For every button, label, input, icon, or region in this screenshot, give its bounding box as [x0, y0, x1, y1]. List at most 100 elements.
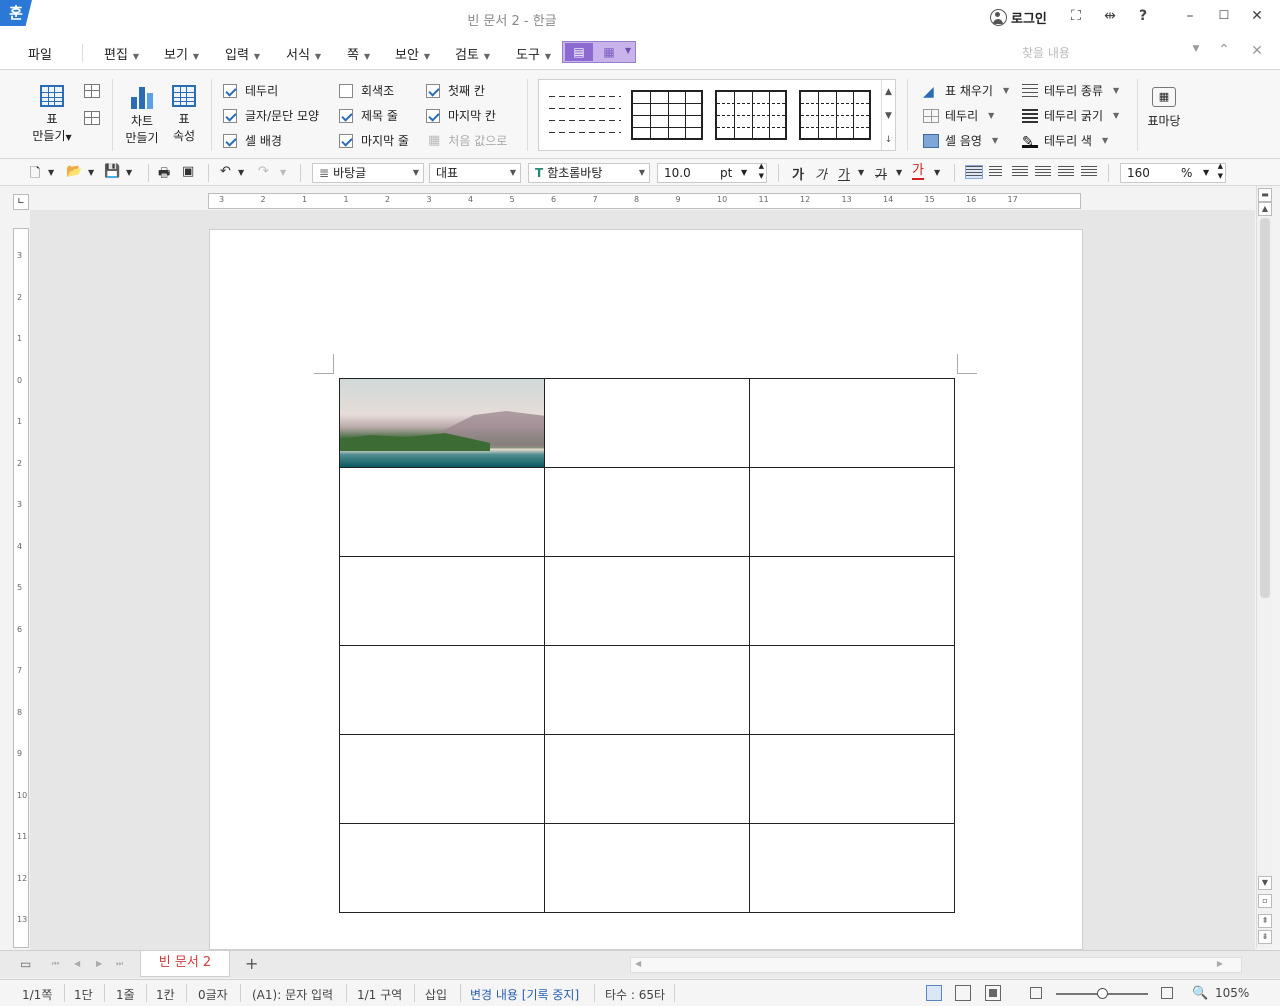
gallery-up-icon[interactable]: ▲ — [881, 80, 895, 104]
checkbox-title-row[interactable]: 제목 줄 — [339, 107, 398, 124]
tab-stop-button[interactable]: ∟ — [13, 194, 29, 210]
chevron-down-icon[interactable]: ▼ — [238, 168, 244, 177]
table-cell[interactable] — [339, 556, 545, 646]
login-button[interactable]: 로그인 — [990, 8, 1047, 27]
width-view-icon[interactable] — [955, 985, 971, 1001]
table-cell[interactable] — [749, 645, 955, 735]
stepper-icon[interactable]: ▲ ▼ — [759, 161, 764, 181]
last-tab-icon[interactable]: ⏭ — [116, 959, 123, 969]
table-cell[interactable] — [339, 823, 545, 913]
split-icon[interactable]: ⇹ — [1100, 8, 1120, 24]
search-input[interactable]: 찾을 내용 — [1014, 42, 1204, 64]
table-cell[interactable] — [749, 823, 955, 913]
zoom-out-icon[interactable] — [1030, 987, 1042, 999]
strikethrough-button[interactable]: 가 — [875, 164, 887, 183]
horizontal-scrollbar[interactable]: ◀ ▶ — [630, 957, 1242, 973]
menu-security[interactable]: 보안 ▼ — [395, 44, 430, 63]
table-fill-button[interactable]: ◢ 표 채우기 ▼ — [923, 82, 1009, 100]
menu-insert[interactable]: 입력 ▼ — [225, 44, 260, 63]
reset-button[interactable]: ▦ 처음 값으로 — [428, 132, 507, 149]
scroll-left-icon[interactable]: ◀ — [635, 959, 641, 968]
next-page-icon[interactable]: ⇟ — [1258, 930, 1272, 944]
tab-document[interactable]: 빈 문서 2 — [140, 951, 230, 977]
chevron-down-icon[interactable]: ▼ — [88, 168, 94, 177]
table-cell[interactable] — [544, 467, 750, 557]
help-icon[interactable]: ? — [1133, 8, 1153, 24]
chevron-down-icon[interactable]: ▼ — [1186, 44, 1206, 54]
align-divide-icon[interactable] — [1081, 166, 1097, 178]
stepper-icon[interactable]: ▲ ▼ — [1218, 161, 1223, 181]
menu-format[interactable]: 서식 ▼ — [286, 44, 321, 63]
table-ground-button[interactable]: ▦ 표마당 — [1144, 87, 1184, 130]
font-size-input[interactable]: 10.0 pt ▼ ▲ ▼ — [657, 161, 767, 183]
table-cell[interactable] — [339, 645, 545, 735]
document-table[interactable] — [339, 378, 955, 913]
maximize-icon[interactable]: ☐ — [1214, 8, 1234, 22]
checkbox-first-col[interactable]: 첫째 칸 — [426, 82, 485, 99]
minimize-icon[interactable]: – — [1180, 8, 1200, 24]
create-chart-button[interactable]: 차트 만들기 — [120, 85, 164, 147]
create-table-button[interactable]: 표 만들기▼ — [30, 85, 74, 146]
table-cell[interactable] — [339, 467, 545, 557]
border-button[interactable]: 테두리 ▼ — [923, 107, 994, 124]
table-merge-icon[interactable] — [84, 111, 100, 125]
table-cell[interactable] — [544, 823, 750, 913]
status-page[interactable]: 1/1쪽 — [22, 986, 52, 1003]
table-style-gallery[interactable]: ▲ ▼ ↓ — [538, 79, 896, 151]
vertical-ruler[interactable]: 3 2 1 0 1 2 3 4 5 6 7 8 9 10 11 12 13 — [13, 228, 29, 948]
prev-page-icon[interactable]: ⇞ — [1258, 914, 1272, 928]
chevron-down-icon[interactable]: ▼ — [126, 168, 132, 177]
chevron-down-icon[interactable]: ▼ — [625, 46, 631, 55]
close-icon[interactable]: ✕ — [1247, 8, 1267, 24]
scroll-top-icon[interactable]: ▬ — [1258, 188, 1272, 202]
align-right-icon[interactable] — [1035, 166, 1051, 178]
menu-review[interactable]: 검토 ▼ — [455, 44, 490, 63]
font-color-button[interactable]: 가 — [912, 164, 924, 180]
zoom-search-icon[interactable]: 🔍 — [1192, 986, 1208, 1001]
normal-view-icon[interactable] — [926, 985, 942, 1001]
table-edit-icon[interactable] — [84, 84, 100, 98]
chevron-down-icon[interactable]: ▼ — [858, 168, 864, 177]
collapse-ribbon-icon[interactable]: ⌃ — [1214, 42, 1234, 58]
table-cell[interactable] — [544, 378, 750, 468]
table-properties-button[interactable]: 표 속성 — [166, 85, 202, 145]
new-doc-icon[interactable]: 🗋 — [30, 164, 40, 186]
table-cell[interactable] — [749, 467, 955, 557]
vertical-scrollbar[interactable]: ▬ ▲ ▼ ▫ ⇞ ⇟ — [1256, 186, 1272, 948]
table-style-grid[interactable] — [631, 90, 703, 140]
scroll-up-icon[interactable]: ▲ — [1258, 202, 1272, 216]
preview-icon[interactable]: ▣ — [182, 164, 194, 179]
open-folder-icon[interactable]: 📂 — [66, 164, 82, 179]
chevron-down-icon[interactable]: ▼ — [896, 168, 902, 177]
gallery-down-icon[interactable]: ▼ — [881, 104, 895, 128]
align-distribute-icon[interactable] — [1058, 166, 1074, 178]
chevron-down-icon[interactable]: ▼ — [934, 168, 940, 177]
checkbox-last-row[interactable]: 마지막 줄 — [339, 132, 409, 149]
scroll-thumb[interactable] — [1260, 218, 1270, 598]
menu-edit[interactable]: 편집 ▼ — [104, 44, 139, 63]
tab-table-design[interactable]: ▤ — [565, 43, 593, 61]
gallery-expand-icon[interactable]: ↓ — [881, 128, 895, 150]
border-color-button[interactable]: ✎ 테두리 색 ▼ — [1022, 132, 1108, 150]
close-doc-icon[interactable]: ✕ — [1247, 43, 1267, 59]
table-cell[interactable] — [749, 378, 955, 468]
add-tab-button[interactable]: + — [245, 954, 258, 973]
language-select[interactable]: 대표 ▼ — [429, 163, 521, 183]
first-tab-icon[interactable]: ⏮ — [52, 959, 59, 969]
next-tab-icon[interactable]: ▶ — [96, 959, 102, 968]
checkbox-cell-bg[interactable]: 셀 배경 — [223, 132, 282, 149]
checkbox-char-para[interactable]: 글자/문단 모양 — [223, 107, 319, 124]
prev-tab-icon[interactable]: ◀ — [74, 959, 80, 968]
checkbox-border[interactable]: 테두리 — [223, 82, 278, 99]
table-style-dotted[interactable] — [715, 90, 787, 140]
zoom-in-icon[interactable] — [1161, 987, 1173, 999]
table-cell[interactable] — [749, 734, 955, 824]
border-width-button[interactable]: 테두리 굵기 ▼ — [1022, 107, 1119, 124]
cell-shade-button[interactable]: 셀 음영 ▼ — [923, 132, 998, 149]
menu-page[interactable]: 쪽 ▼ — [347, 44, 370, 63]
page-icon[interactable]: ▫ — [1258, 894, 1272, 908]
save-icon[interactable]: 💾 — [104, 164, 120, 179]
menu-file[interactable]: 파일 — [28, 44, 52, 63]
border-type-button[interactable]: 테두리 종류 ▼ — [1022, 82, 1119, 99]
page-view-icon[interactable] — [985, 985, 1001, 1001]
